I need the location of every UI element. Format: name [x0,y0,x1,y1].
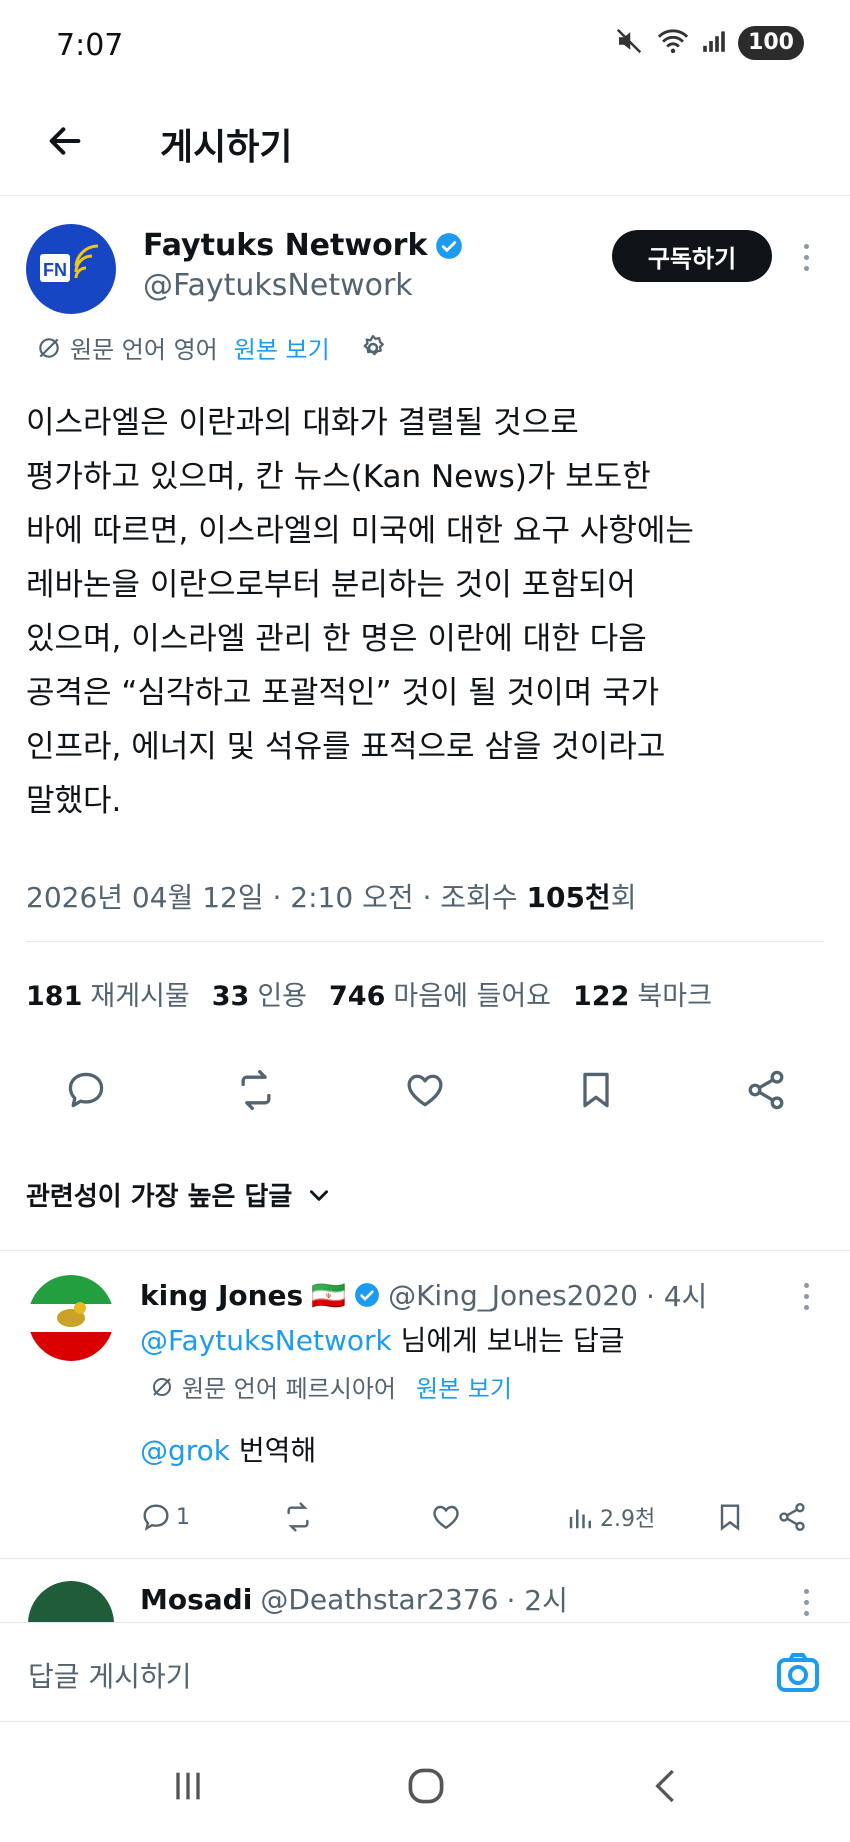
more-options-icon[interactable] [804,1283,809,1310]
more-options-icon[interactable] [804,244,809,271]
reply-item[interactable]: M Mosadi @Deathstar2376 · 2시 [0,1559,850,1622]
heart-icon [407,1074,443,1107]
reply-author-handle[interactable]: @Deathstar2376 [260,1583,498,1616]
reply-author-name[interactable]: king Jones [140,1279,303,1312]
engagement-stats: 181 재게시물 33 인용 746 마음에 들어요 122 북마크 [26,974,712,1013]
battery-indicator: 100 [738,26,804,60]
status-bar: 7:07 100 [0,0,850,90]
back-nav-button[interactable] [636,1756,696,1816]
reply-button[interactable]: 1 [140,1501,190,1533]
mute-icon [614,26,644,60]
page-title: 게시하기 [160,127,293,168]
iran-flag-avatar [28,1275,114,1361]
like-button[interactable] [397,1062,453,1118]
share-icon [779,1503,805,1531]
share-icon [748,1070,784,1110]
author-avatar[interactable]: FN [26,224,116,314]
share-button[interactable] [776,1501,808,1533]
verified-badge-icon [436,232,463,259]
translation-note: 원문 언어 영어 원본 보기 [36,330,388,365]
recent-apps-button[interactable] [158,1756,218,1816]
reply-avatar[interactable] [28,1275,114,1361]
reply-time: · 4시 [645,1280,708,1313]
bookmarks-stat[interactable]: 122 북마크 [573,974,712,1013]
repost-icon [287,1502,309,1532]
reply-to-handle[interactable]: @FaytuksNetwork [140,1324,392,1357]
reply-avatar[interactable]: M [28,1581,114,1622]
author-handle[interactable]: @FaytuksNetwork [143,268,413,303]
system-nav-bar [0,1722,850,1842]
repost-icon [241,1070,271,1110]
header: 게시하기 [0,90,850,196]
likes-stat[interactable]: 746 마음에 들어요 [329,974,551,1013]
status-icons: 100 [614,26,804,60]
share-button[interactable] [738,1062,794,1118]
flag-emoji: 🇮🇷 [311,1278,347,1312]
gear-icon[interactable] [358,333,388,363]
chevron-down-icon [310,1189,329,1201]
quotes-stat[interactable]: 33 인용 [212,974,307,1013]
camera-button[interactable] [774,1649,822,1697]
status-time: 7:07 [56,28,124,63]
heart-icon [433,1505,459,1530]
translation-language: 원문 언어 영어 [70,336,218,364]
camera-icon [777,1653,819,1692]
like-button[interactable] [430,1501,462,1533]
post-actions [0,1062,850,1132]
comment-icon [68,1072,104,1108]
signal-icon [702,28,726,58]
chevron-left-icon [655,1769,674,1803]
translation-note: 원문 언어 페르시아어 원본 보기 [150,1369,512,1404]
arrow-left-icon [49,127,81,155]
author-name[interactable]: Faytuks Network [143,228,463,263]
recents-icon [176,1772,200,1800]
reply-time: · 2시 [506,1584,568,1617]
reply-to-line: @FaytuksNetwork 님에게 보내는 답글 [140,1324,625,1357]
reply-button[interactable] [58,1062,114,1118]
faytuks-logo-icon: FN [40,244,99,282]
reply-author-handle[interactable]: @King_Jones2020 [388,1279,638,1312]
wifi-icon [656,26,690,60]
repost-button[interactable] [282,1501,314,1533]
home-button[interactable] [396,1756,456,1816]
subscribe-button[interactable]: 구독하기 [612,230,772,282]
view-count: 105천 [526,881,611,914]
bookmark-icon [720,1504,740,1531]
reply-header: Mosadi @Deathstar2376 · 2시 [140,1579,568,1619]
view-original-link[interactable]: 원본 보기 [416,1369,512,1404]
reply-actions: 1 2.9천 [140,1501,820,1541]
home-icon [408,1768,444,1804]
views-stat[interactable]: 2.9천 [566,1501,655,1533]
bookmark-icon [583,1072,609,1108]
translate-icon [39,337,59,358]
post-text: 이스라엘은 이란과의 대화가 결렬될 것으로 평가하고 있으며, 칸 뉴스(Ka… [26,405,694,819]
comment-icon [143,1504,169,1531]
analytics-icon [569,1509,591,1529]
reply-compose-bar[interactable]: 답글 게시하기 [0,1622,850,1722]
bookmark-button[interactable] [714,1501,746,1533]
reply-author-name[interactable]: Mosadi [140,1583,252,1616]
back-button[interactable] [40,116,90,166]
divider [0,1250,850,1251]
reply-input[interactable]: 답글 게시하기 [28,1655,191,1695]
repost-button[interactable] [228,1062,284,1118]
verified-badge-icon [355,1283,379,1307]
post-timestamp: 2026년 04월 12일 · 2:10 오전 · 조회수 105천회 [26,881,637,914]
reply-text: @grok 번역해 [140,1434,317,1467]
view-original-link[interactable]: 원본 보기 [234,330,330,365]
more-options-icon[interactable] [804,1589,809,1616]
reposts-stat[interactable]: 181 재게시물 [26,974,190,1013]
bookmark-button[interactable] [568,1062,624,1118]
svg-text:FN: FN [43,260,67,280]
translate-icon [153,1377,171,1396]
reply-header: king Jones 🇮🇷 @King_Jones2020 · 4시 [140,1275,707,1315]
reply-sort-selector[interactable]: 관련성이 가장 높은 답글 [26,1176,332,1213]
mention-link[interactable]: @grok [140,1434,230,1467]
divider [26,941,824,942]
